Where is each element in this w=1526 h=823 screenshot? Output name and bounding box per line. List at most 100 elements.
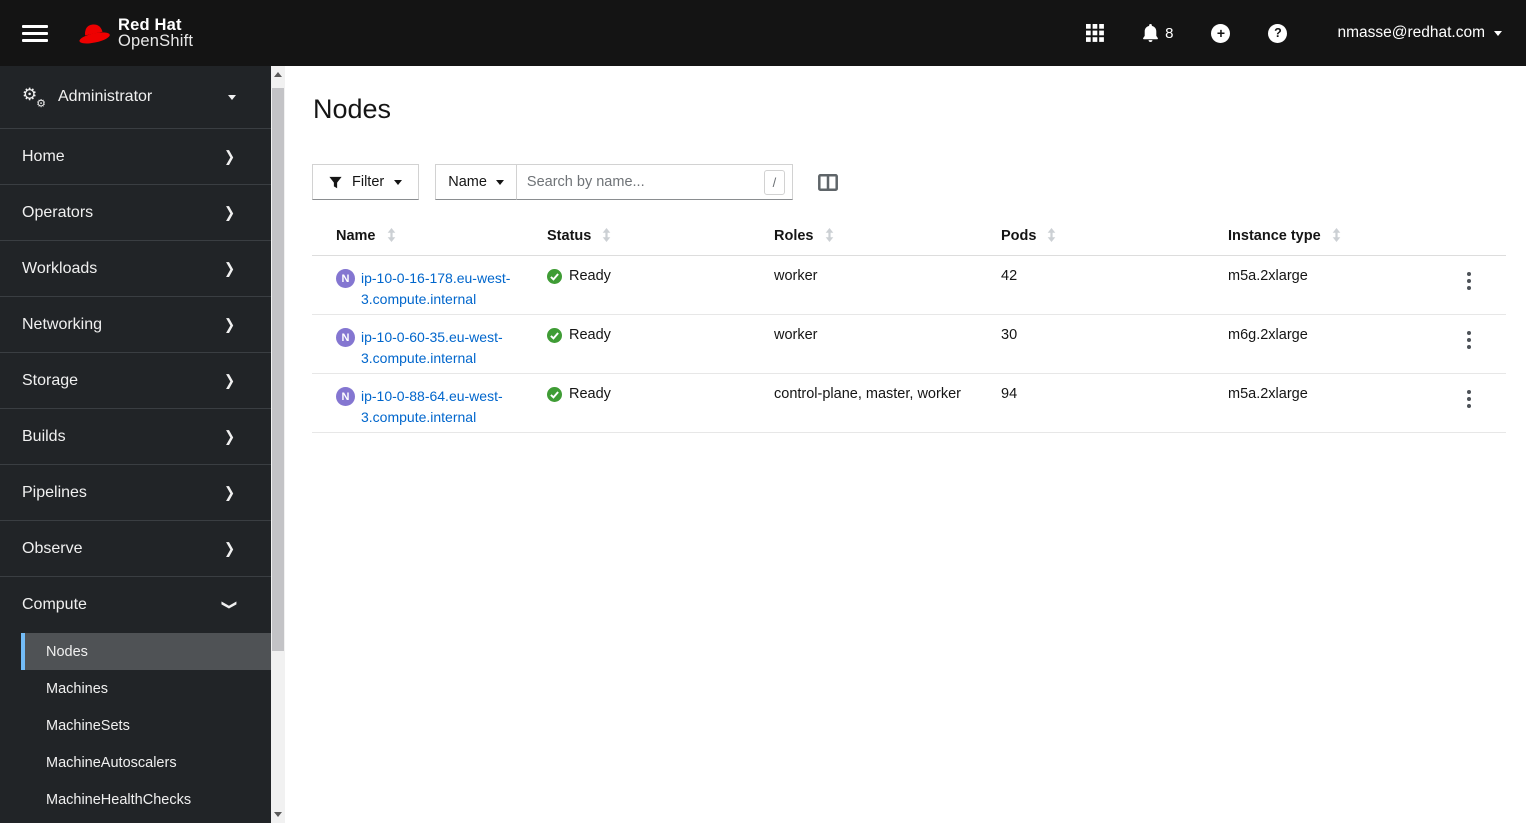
menu-icon[interactable] [20,21,50,46]
sidebar-subitem-nodes[interactable]: Nodes [21,633,271,670]
import-button[interactable]: + [1209,22,1232,45]
brand: Red Hat OpenShift [76,17,193,49]
chevron-right-icon: ❯ [224,427,235,445]
table-row: Nip-10-0-88-64.eu-west-3.compute.interna… [312,373,1506,433]
table-row: Nip-10-0-16-178.eu-west-3.compute.intern… [312,255,1506,315]
column-header-status[interactable]: Status [523,217,750,256]
sort-icon [825,228,833,242]
column-header-instance-type[interactable]: Instance type [1204,217,1432,256]
caret-down-icon [394,179,403,185]
sidebar-item-operators[interactable]: Operators ❯ [0,185,271,241]
sidebar-item-label: Builds [22,427,66,445]
pods-cell: 94 [977,373,1204,433]
filter-dropdown-button[interactable]: Filter [312,164,420,200]
node-link[interactable]: ip-10-0-16-178.eu-west-3.compute.interna… [361,268,515,310]
status-text: Ready [569,386,611,402]
help-button[interactable]: ? [1266,22,1289,45]
column-label: Status [547,228,592,244]
username: nmasse@redhat.com [1337,24,1485,41]
kebab-menu-button[interactable] [1459,327,1479,353]
sidebar-item-storage[interactable]: Storage ❯ [0,353,271,409]
actions-column-header [1432,217,1506,256]
scrollbar-up-arrow[interactable] [271,66,285,83]
roles-cell: worker [750,255,977,315]
cogs-icon: ⚙ ⚙ [22,85,46,110]
app-launcher-button[interactable] [1084,22,1106,44]
sidebar-item-label: Compute [22,596,87,613]
help-icon: ? [1268,23,1288,43]
sidebar-subitem-machinehealthchecks[interactable]: MachineHealthChecks [21,781,271,818]
sidebar-item-compute[interactable]: Compute ❯ [0,577,271,633]
sort-icon [1048,228,1056,242]
chevron-down-icon: ❯ [221,599,239,611]
perspective-label: Administrator [58,88,153,105]
column-header-roles[interactable]: Roles [750,217,977,256]
sidebar-item-observe[interactable]: Observe ❯ [0,521,271,577]
chevron-right-icon: ❯ [224,483,235,501]
kebab-menu-button[interactable] [1459,268,1479,294]
column-header-pods[interactable]: Pods [977,217,1204,256]
sort-icon [387,228,395,242]
app-launcher-icon [1086,24,1105,42]
sidebar-item-networking[interactable]: Networking ❯ [0,297,271,353]
masthead: Red Hat OpenShift 8 + ? nmasse@redhat.co… [0,0,1526,66]
sidebar-item-pipelines[interactable]: Pipelines ❯ [0,465,271,521]
filter-type-select[interactable]: Name [435,164,517,200]
perspective-switcher[interactable]: ⚙ ⚙ Administrator [0,66,271,129]
chevron-right-icon: ❯ [224,371,235,389]
brand-line2: OpenShift [118,32,194,50]
sidebar-subitem-machineautoscalers[interactable]: MachineAutoscalers [21,744,271,781]
chevron-right-icon: ❯ [224,315,235,333]
node-badge: N [336,269,355,288]
scrollbar-down-arrow[interactable] [271,806,285,823]
sidebar-item-label: Pipelines [22,483,87,501]
sidebar-item-builds[interactable]: Builds ❯ [0,409,271,465]
sidebar-item-workloads[interactable]: Workloads ❯ [0,241,271,297]
sidebar-scrollbar [271,66,285,823]
ready-status-icon [547,386,562,402]
plus-circle-icon: + [1211,23,1231,43]
scrollbar-thumb[interactable] [272,88,284,651]
node-link[interactable]: ip-10-0-88-64.eu-west-3.compute.internal [361,386,515,428]
sidebar-item-home[interactable]: Home ❯ [0,129,271,185]
search-input[interactable] [526,174,764,190]
column-management-icon [817,173,838,191]
compute-subnav: Nodes Machines MachineSets MachineAutoscale… [0,633,271,818]
roles-cell: control-plane, master, worker [750,373,977,433]
filter-funnel-icon [329,176,342,188]
chevron-right-icon: ❯ [224,539,235,557]
sidebar-item-label: Networking [22,315,103,333]
roles-cell: worker [750,314,977,374]
filter-type-label: Name [448,174,487,190]
main-content: Nodes Filter Name / [285,66,1526,823]
table-row: Nip-10-0-60-35.eu-west-3.compute.interna… [312,314,1506,374]
chevron-right-icon: ❯ [224,259,235,277]
sidebar-item-label: Workloads [22,259,98,277]
status-text: Ready [569,327,611,343]
toolbar: Filter Name / [312,164,1526,200]
column-label: Pods [1001,228,1037,244]
sidebar-item-label: Home [22,147,65,165]
ready-status-icon [547,268,562,284]
notification-count: 8 [1165,24,1174,42]
caret-down-icon [1494,30,1502,36]
node-link[interactable]: ip-10-0-60-35.eu-west-3.compute.internal [361,327,515,369]
bell-icon [1143,23,1159,42]
column-header-name[interactable]: Name [312,217,523,256]
page-title: Nodes [313,94,392,124]
table-header-row: Name Status Roles Pods Instance type [312,217,1506,256]
sidebar-subitem-machines[interactable]: Machines [21,670,271,707]
instance-type-cell: m6g.2xlarge [1204,314,1432,374]
notifications-button[interactable]: 8 [1140,22,1175,45]
status-cell: Ready [547,268,742,284]
search-box: / [516,164,793,200]
sidebar-item-label: Observe [22,539,83,557]
sidebar-subitem-machinesets[interactable]: MachineSets [21,707,271,744]
status-cell: Ready [547,386,742,402]
status-cell: Ready [547,327,742,343]
column-management-button[interactable] [817,173,838,191]
redhat-fedora-logo [79,24,110,44]
kebab-menu-button[interactable] [1459,386,1479,412]
sidebar-item-label: Storage [22,371,79,389]
user-menu[interactable]: nmasse@redhat.com [1337,24,1502,42]
